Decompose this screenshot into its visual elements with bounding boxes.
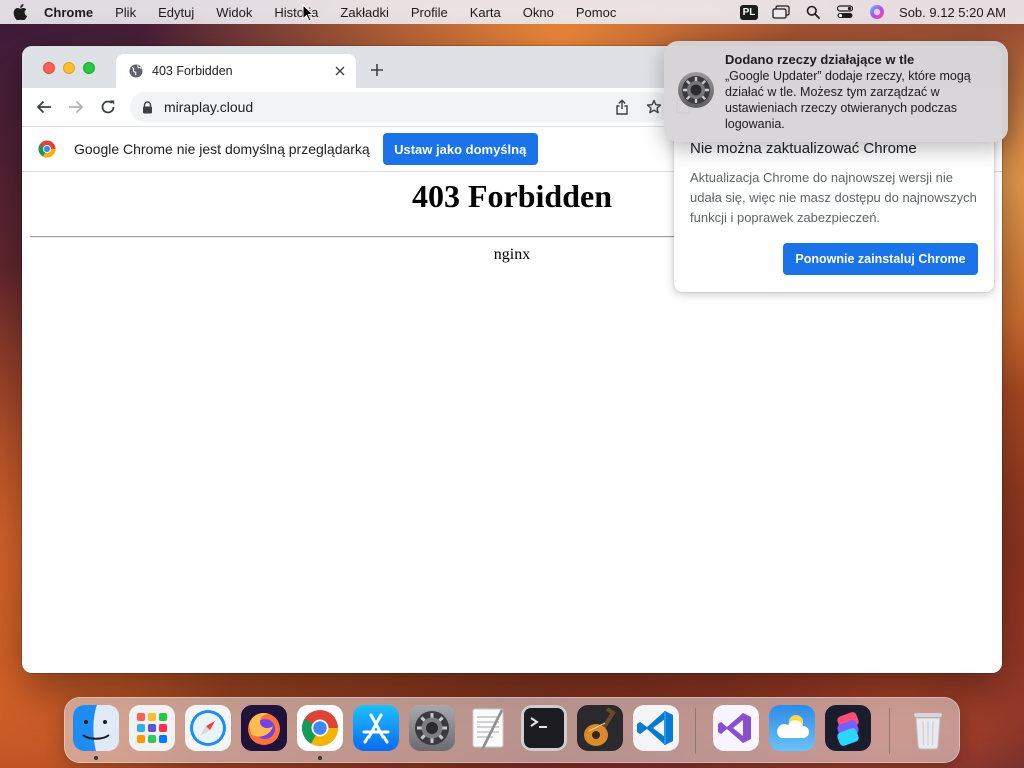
input-source-badge: PL	[739, 4, 759, 20]
menu-view[interactable]: Widok	[205, 5, 263, 20]
finder-running-dot	[94, 756, 98, 760]
close-window-button[interactable]	[43, 62, 55, 74]
trash-icon[interactable]	[905, 705, 951, 751]
menu-history[interactable]: Historia	[263, 5, 329, 20]
spotlight-search-icon[interactable]	[797, 0, 829, 24]
menu-bookmarks[interactable]: Zakładki	[329, 5, 399, 20]
menu-help[interactable]: Pomoc	[565, 5, 627, 20]
apple-menu-icon[interactable]	[0, 4, 40, 20]
tab-title: 403 Forbidden	[152, 64, 233, 78]
chrome-icon[interactable]	[297, 705, 343, 751]
menu-app-name[interactable]: Chrome	[40, 5, 104, 20]
finder-icon[interactable]	[73, 705, 119, 751]
dock-separator-trash	[889, 708, 890, 754]
visual-studio-icon[interactable]	[713, 705, 759, 751]
garageband-icon[interactable]	[577, 705, 623, 751]
siri-icon[interactable]	[861, 0, 893, 24]
mouse-cursor	[302, 3, 315, 27]
textedit-icon[interactable]	[465, 705, 511, 751]
back-icon[interactable]	[28, 91, 60, 123]
address-bar[interactable]: miraplay.cloud	[130, 92, 670, 122]
share-icon[interactable]	[606, 93, 638, 121]
chrome-running-dot	[318, 756, 322, 760]
set-default-button[interactable]: Ustaw jako domyślną	[382, 133, 538, 165]
dock	[64, 697, 960, 763]
new-tab-icon[interactable]	[366, 59, 388, 81]
menu-file[interactable]: Plik	[104, 5, 147, 20]
globe-icon	[128, 63, 144, 79]
system-settings-icon	[677, 71, 715, 109]
menu-profiles[interactable]: Profile	[400, 5, 459, 20]
menu-bar: Chrome Plik Edytuj Widok Historia Zakład…	[0, 0, 1024, 24]
background-items-notification[interactable]: Dodano rzeczy działające w tle „Google U…	[664, 41, 1008, 142]
infobar-message: Google Chrome nie jest domyślną przegląd…	[74, 141, 370, 157]
menu-tab[interactable]: Karta	[459, 5, 512, 20]
launchpad-icon[interactable]	[129, 705, 175, 751]
update-bubble-body: Aktualizacja Chrome do najnowszej wersji…	[690, 170, 977, 225]
update-bubble-title: Nie można zaktualizować Chrome	[690, 140, 917, 157]
input-source-menu[interactable]: PL	[733, 0, 765, 24]
minimize-window-button[interactable]	[63, 62, 75, 74]
tab-active[interactable]: 403 Forbidden	[116, 54, 356, 88]
zoom-window-button[interactable]	[83, 62, 95, 74]
system-settings-icon[interactable]	[409, 705, 455, 751]
menu-edit[interactable]: Edytuj	[147, 5, 205, 20]
menu-window[interactable]: Okno	[512, 5, 565, 20]
firefox-icon[interactable]	[241, 705, 287, 751]
vscode-icon[interactable]	[633, 705, 679, 751]
screen-mirroring-icon[interactable]	[765, 0, 797, 24]
safari-icon[interactable]	[185, 705, 231, 751]
notification-title: Dodano rzeczy działające w tle	[725, 52, 915, 67]
update-failed-bubble: Nie można zaktualizować Chrome Aktualiza…	[674, 122, 994, 292]
address-bar-url[interactable]: miraplay.cloud	[164, 99, 606, 115]
menu-clock[interactable]: Sob. 9.12 5:20 AM	[893, 5, 1024, 20]
app-store-icon[interactable]	[353, 705, 399, 751]
chrome-logo-icon	[38, 140, 56, 158]
control-center-icon[interactable]	[829, 0, 861, 24]
reinstall-chrome-button[interactable]: Ponownie zainstaluj Chrome	[783, 243, 978, 275]
close-tab-icon[interactable]	[328, 59, 352, 83]
lock-icon[interactable]	[142, 100, 156, 114]
terminal-icon[interactable]	[521, 705, 567, 751]
dock-separator	[695, 708, 696, 754]
shortcuts-icon[interactable]	[825, 705, 871, 751]
reload-icon[interactable]	[92, 91, 124, 123]
notification-body: „Google Updater” dodaje rzeczy, które mo…	[725, 69, 971, 131]
weather-icon[interactable]	[769, 705, 815, 751]
forward-icon[interactable]	[60, 91, 92, 123]
